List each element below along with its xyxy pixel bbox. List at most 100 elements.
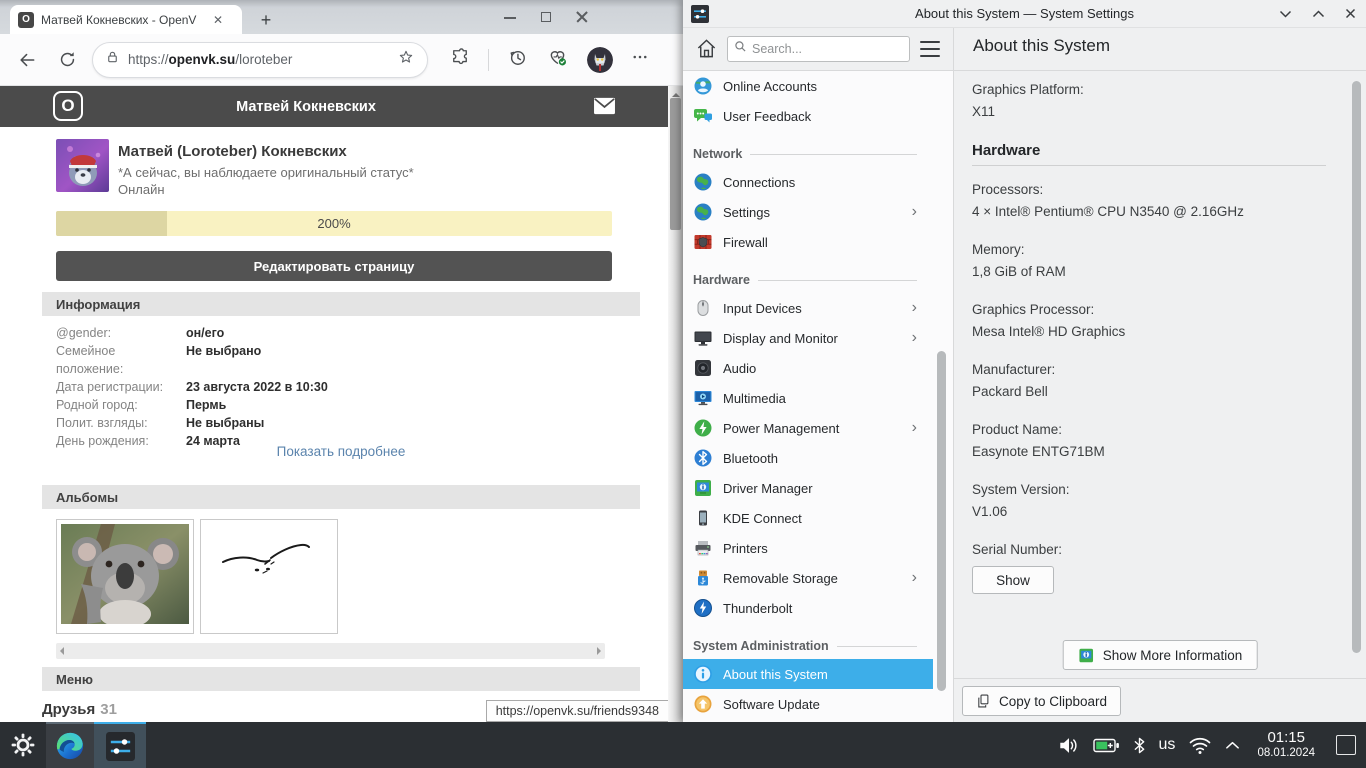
back-icon[interactable] [14, 47, 40, 73]
sidebar-item-driver-manager[interactable]: Driver Manager [683, 473, 933, 503]
sidebar-item-multimedia[interactable]: Multimedia [683, 383, 933, 413]
online-accounts-icon [693, 76, 713, 96]
wifi-icon[interactable] [1188, 736, 1212, 755]
album-thumbnail-koala[interactable] [56, 519, 194, 634]
scroll-up-icon[interactable] [671, 89, 680, 97]
taskbar-edge-button[interactable] [46, 722, 94, 768]
profile-status[interactable]: *А сейчас, вы наблюдаете оригинальный ст… [118, 165, 414, 180]
albums-row [56, 519, 338, 634]
maximize-icon[interactable] [1312, 9, 1325, 18]
field-label: Memory: [972, 242, 1025, 257]
close-icon[interactable] [1345, 8, 1356, 19]
digital-clock[interactable]: 01:15 08.01.2024 [1257, 730, 1315, 759]
system-settings-app-icon [691, 4, 709, 23]
tab-title: Матвей Кокневских - OpenV [41, 12, 197, 27]
scroll-right-icon[interactable] [597, 647, 601, 655]
chevron-right-icon: › [911, 329, 917, 346]
sidebar-item-power-management[interactable]: Power Management › [683, 413, 933, 443]
software-update-icon [693, 694, 713, 714]
system-settings-icon [105, 731, 135, 761]
tab-close-icon[interactable]: ✕ [213, 14, 223, 26]
show-desktop-button[interactable] [1336, 735, 1356, 755]
toolbar-buttons [450, 46, 649, 73]
bookmark-star-icon[interactable] [397, 48, 415, 71]
lock-icon [105, 49, 120, 70]
about-field: Memory: 1,8 GiB of RAM [972, 242, 1326, 282]
friends-heading[interactable]: Друзья 31 [42, 701, 117, 718]
settings-titlebar[interactable]: About this System — System Settings [683, 0, 1366, 28]
sidebar-scrollbar-thumb[interactable] [937, 351, 946, 691]
sidebar-item-removable-storage[interactable]: Removable Storage › [683, 563, 933, 593]
page-scrollbar-thumb[interactable] [670, 98, 681, 230]
messages-envelope-icon[interactable] [593, 96, 616, 116]
sidebar-item-label: Thunderbolt [723, 600, 793, 616]
address-bar[interactable]: https://openvk.su/loroteber [92, 41, 428, 78]
sidebar-item-user-feedback[interactable]: User Feedback [683, 101, 933, 131]
sidebar-item-kde-connect[interactable]: KDE Connect [683, 503, 933, 533]
copy-to-clipboard-button[interactable]: Copy to Clipboard [962, 686, 1122, 716]
sidebar-item-audio[interactable]: Audio [683, 353, 933, 383]
search-input[interactable] [752, 42, 913, 56]
clock-time: 01:15 [1267, 729, 1305, 747]
menu-section-header: Меню [42, 667, 640, 691]
battery-icon[interactable] [1092, 738, 1120, 753]
field-label: Processors: [972, 182, 1044, 197]
sidebar-item-online-accounts[interactable]: Online Accounts [683, 71, 933, 101]
sidebar-item-input-devices[interactable]: Input Devices › [683, 293, 933, 323]
search-field[interactable] [727, 36, 913, 62]
network-settings-icon [693, 202, 713, 222]
settings-page-heading: About this System [973, 36, 1111, 55]
browser-tab[interactable]: O Матвей Кокневских - OpenV ✕ [10, 5, 242, 34]
input-devices-icon [693, 298, 713, 318]
bluetooth-icon[interactable] [1133, 736, 1146, 755]
sidebar-item-settings[interactable]: Settings › [683, 197, 933, 227]
tray-expand-chevron-icon[interactable] [1225, 740, 1240, 750]
sidebar-item-display-and-monitor[interactable]: Display and Monitor › [683, 323, 933, 353]
profile-picture[interactable] [56, 139, 109, 192]
sidebar-item-label: Power Management [723, 420, 840, 436]
field-label: Graphics Platform: [972, 82, 1084, 97]
info-value: Не выбраны [186, 416, 265, 430]
printers-icon [693, 538, 713, 558]
sidebar-item-about-this-system[interactable]: About this System [683, 659, 933, 689]
info-label: Дата регистрации: [56, 380, 164, 394]
url-text[interactable]: https://openvk.su/loroteber [128, 52, 389, 67]
home-icon[interactable] [695, 37, 718, 60]
taskbar-system-settings-button[interactable] [94, 722, 146, 768]
minimize-icon[interactable] [1279, 10, 1292, 18]
hamburger-menu-icon[interactable] [920, 41, 940, 57]
show-serial-button[interactable]: Show [972, 566, 1054, 594]
info-value: 23 августа 2022 в 10:30 [186, 380, 328, 394]
sidebar-item-connections[interactable]: Connections [683, 167, 933, 197]
content-scrollbar-thumb[interactable] [1352, 81, 1361, 653]
app-launcher-button[interactable] [0, 722, 46, 768]
sidebar-item-thunderbolt[interactable]: Thunderbolt [683, 593, 933, 623]
extensions-icon[interactable] [450, 47, 470, 72]
album-thumbnail-drawing[interactable] [200, 519, 338, 634]
refresh-icon[interactable] [54, 47, 80, 73]
browser-menu-icon[interactable] [631, 48, 649, 71]
browser-essentials-icon[interactable] [546, 47, 569, 73]
sidebar-item-printers[interactable]: Printers [683, 533, 933, 563]
page-scrollbar[interactable] [668, 86, 683, 722]
history-icon[interactable] [507, 47, 528, 73]
about-field: Graphics Platform: X11 [972, 82, 1326, 122]
sidebar-item-firewall[interactable]: Firewall [683, 227, 933, 257]
settings-window-controls [1279, 8, 1356, 19]
sidebar-item-label: User Feedback [723, 108, 812, 124]
info-section-header: Информация [42, 292, 640, 316]
show-more-link[interactable]: Показать подробнее [42, 444, 640, 459]
volume-icon[interactable] [1058, 736, 1080, 755]
albums-scrollbar[interactable] [56, 643, 605, 659]
sidebar-item-bluetooth[interactable]: Bluetooth [683, 443, 933, 473]
keyboard-layout-indicator[interactable]: us [1159, 736, 1176, 754]
show-more-information-button[interactable]: Show More Information [1062, 640, 1258, 670]
maximize-icon[interactable] [540, 11, 552, 23]
close-icon[interactable] [576, 11, 588, 23]
new-tab-button[interactable]: + [254, 8, 278, 32]
edit-page-button[interactable]: Редактировать страницу [56, 251, 612, 281]
sidebar-item-software-update[interactable]: Software Update [683, 689, 933, 719]
scroll-left-icon[interactable] [60, 647, 64, 655]
minimize-icon[interactable] [504, 11, 516, 23]
profile-avatar[interactable] [587, 46, 613, 73]
